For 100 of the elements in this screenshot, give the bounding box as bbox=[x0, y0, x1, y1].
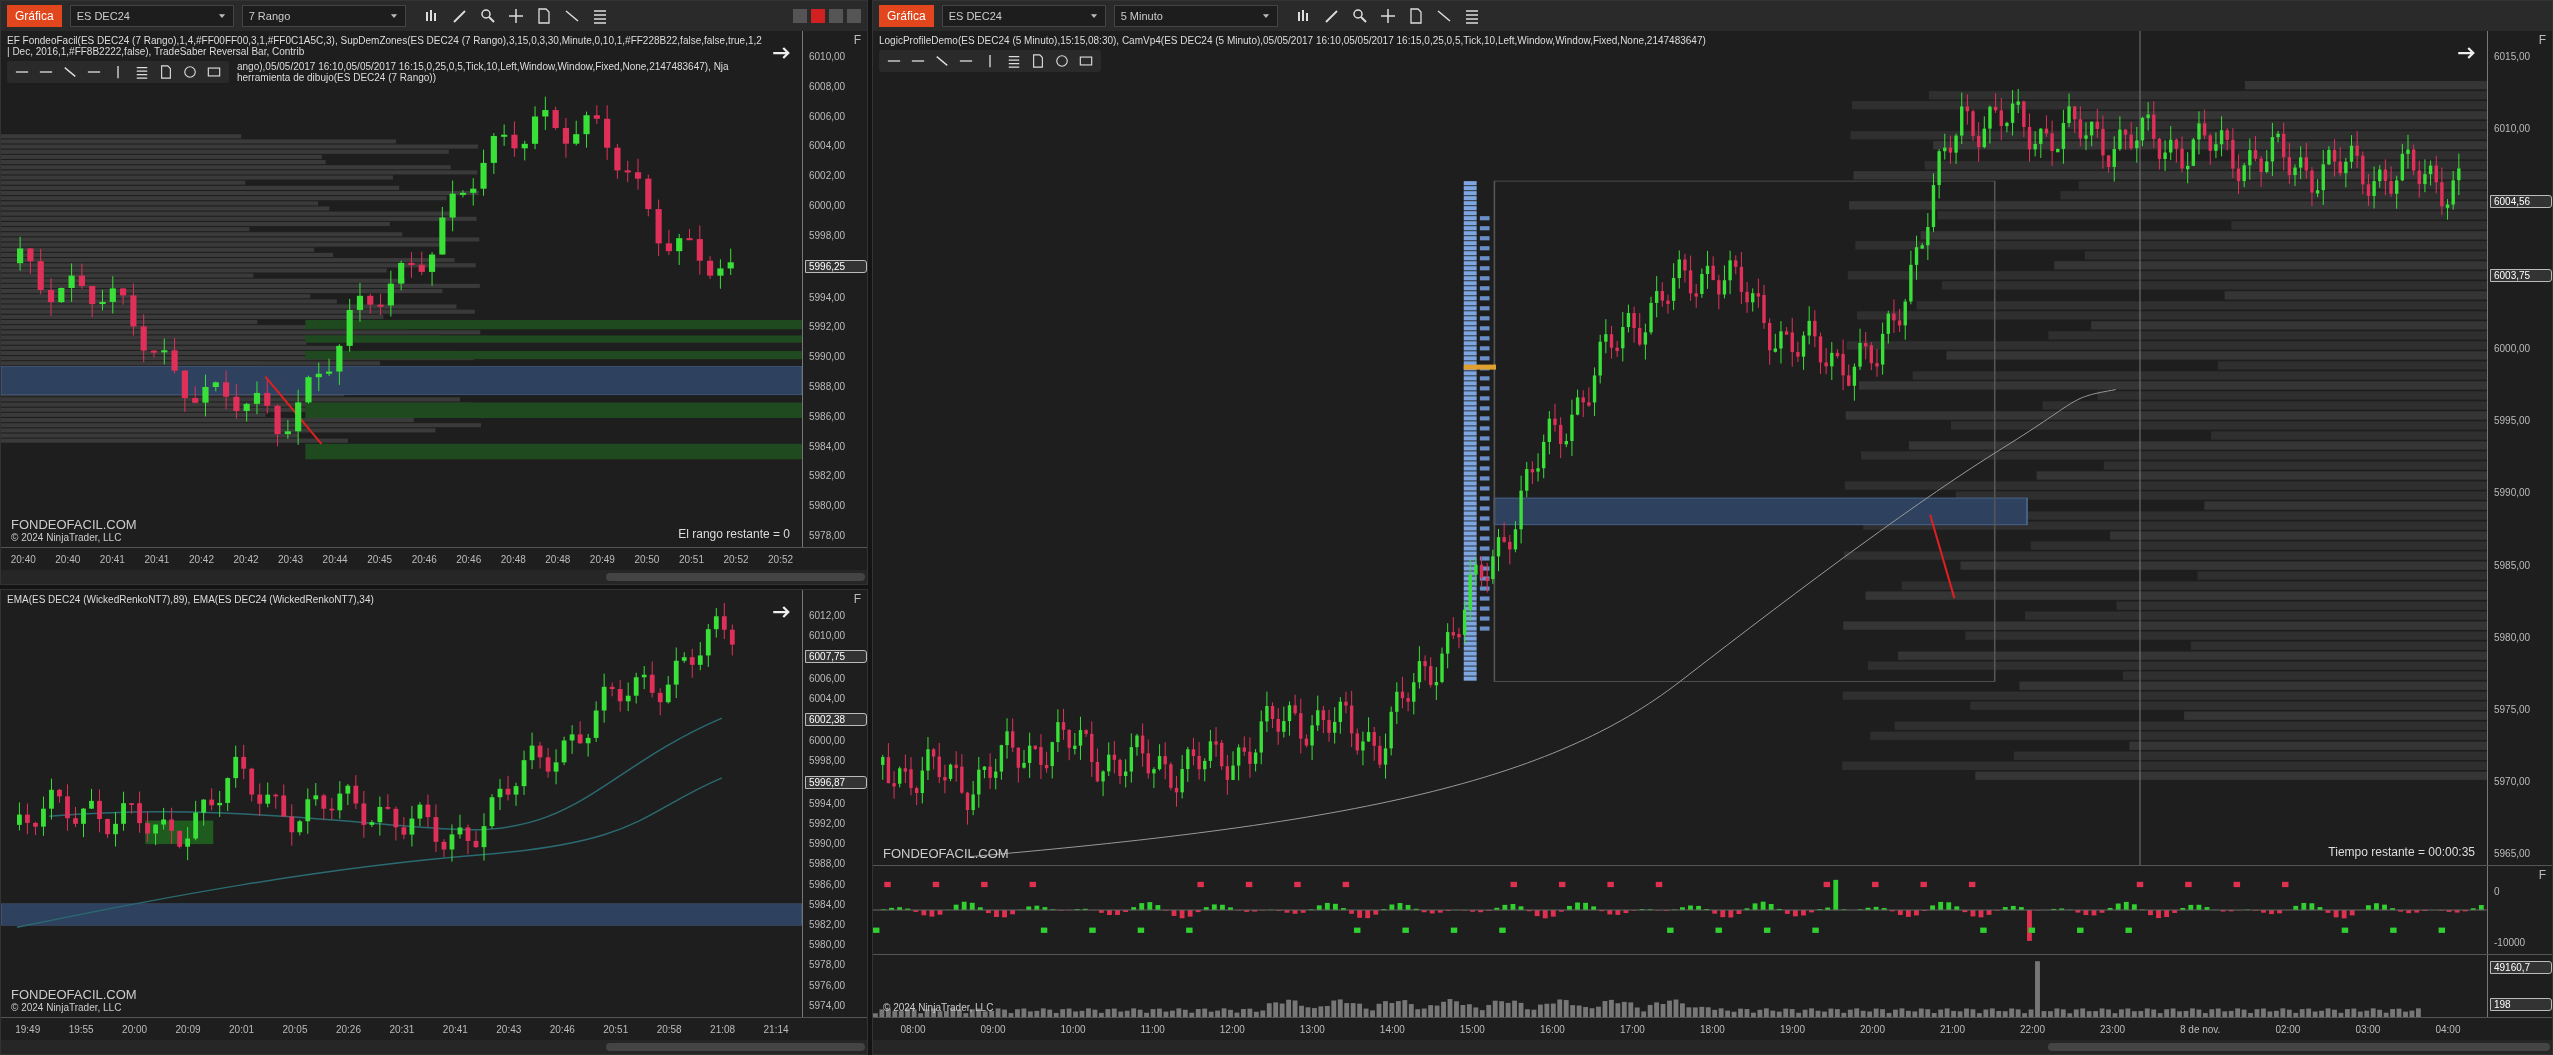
axis-label: 5986,00 bbox=[808, 410, 847, 422]
status-text: Tiempo restante = 00:00:35 bbox=[2328, 845, 2475, 859]
axis-label: 5982,00 bbox=[808, 470, 847, 482]
copyright-text: © 2024 NinjaTrader, LLC bbox=[883, 1002, 994, 1013]
axis-label: -10000 bbox=[2493, 937, 2527, 948]
period-dropdown[interactable]: 5 Minuto bbox=[1113, 5, 1278, 27]
menu-button[interactable]: Gráfica bbox=[7, 5, 62, 27]
time-label: 09:00 bbox=[980, 1023, 1006, 1035]
axis-label: 6004,00 bbox=[808, 140, 847, 152]
axis-label: 6010,00 bbox=[808, 51, 847, 62]
text-icon[interactable] bbox=[159, 65, 173, 79]
axis-label: 5986,00 bbox=[808, 878, 847, 890]
indicator-label: EF FondeoFacil(ES DEC24 (7 Rango),1,4,#FF00FF00,3,1,#FF0C1A5C,3), SupDemZones(ES DEC24 (7 Rango),3,15,0,3,30,Minute,0,10,1,#FF228B22,false,false,true,1,2 | Dec, 2016,1,#FF8B2222,false), TradeSaber Reversal Bar, Contrib bbox=[7, 35, 762, 57]
time-label: 20:51 bbox=[603, 1023, 629, 1035]
line-tool-icon[interactable] bbox=[1435, 8, 1452, 24]
axis-label: 6012,00 bbox=[808, 610, 847, 621]
time-label: 04:00 bbox=[2435, 1023, 2461, 1035]
time-label: 21:00 bbox=[1939, 1023, 1965, 1035]
panel-label: F bbox=[2538, 33, 2547, 47]
line-tool-icon[interactable] bbox=[563, 8, 580, 24]
axis-label: 5980,00 bbox=[808, 500, 847, 512]
axis-label: 5994,00 bbox=[808, 797, 847, 809]
period-dropdown[interactable]: 7 Rango bbox=[241, 5, 406, 27]
watermark-text: FONDEOFACIL.COM bbox=[11, 987, 137, 1002]
axis-label: 6000,00 bbox=[808, 735, 847, 747]
indicator-label: ango),05/05/2017 16:10,05/05/2017 16:15,0,25,0,5,Tick,10,Left,Window,Window,Fixed,None,2147483647), Nja herramienta de dibujo(ES DEC24 (7 Rango)) bbox=[237, 61, 730, 83]
time-label: 20:41 bbox=[144, 553, 170, 565]
crosshair-icon[interactable] bbox=[507, 8, 524, 24]
axis-label: 5992,00 bbox=[808, 321, 847, 333]
zoom-icon[interactable] bbox=[479, 8, 496, 24]
list-icon[interactable] bbox=[1463, 8, 1480, 24]
axis-label: 5974,00 bbox=[808, 999, 847, 1011]
instrument-dropdown[interactable]: ES DEC24 bbox=[941, 5, 1106, 27]
time-label: 20:09 bbox=[175, 1023, 201, 1035]
axis-label: 6004,00 bbox=[808, 692, 847, 704]
price-marker: 6007,75 bbox=[805, 650, 867, 664]
price-marker: 6003,75 bbox=[2490, 269, 2552, 283]
time-label: 21:08 bbox=[710, 1023, 736, 1035]
time-label: 20:26 bbox=[335, 1023, 361, 1035]
document-icon[interactable] bbox=[1407, 8, 1424, 24]
time-label: 10:00 bbox=[1060, 1023, 1086, 1035]
scrollbar[interactable] bbox=[873, 1040, 2552, 1054]
time-label: 20:49 bbox=[589, 553, 615, 565]
axis-label: 5984,00 bbox=[808, 898, 847, 910]
rectangle-icon[interactable] bbox=[1079, 54, 1093, 68]
time-label: 20:50 bbox=[634, 553, 660, 565]
status-text: El rango restante = 0 bbox=[678, 527, 790, 541]
trend-line-icon[interactable] bbox=[935, 54, 949, 68]
axis-label: 5990,00 bbox=[808, 351, 847, 363]
price-marker: 5996,87 bbox=[805, 775, 867, 789]
document-icon[interactable] bbox=[535, 8, 552, 24]
time-label: 20:48 bbox=[500, 553, 526, 565]
time-label: 20:46 bbox=[549, 1023, 575, 1035]
axis-label: 5970,00 bbox=[2493, 775, 2532, 787]
axis-label: 5992,00 bbox=[808, 818, 847, 830]
axis-label: 5985,00 bbox=[2493, 559, 2532, 571]
time-label: 02:00 bbox=[2275, 1023, 2301, 1035]
price-marker: 198 bbox=[2490, 998, 2552, 1011]
time-label: 19:00 bbox=[1779, 1023, 1805, 1035]
time-label: 20:43 bbox=[278, 553, 304, 565]
time-label: 20:42 bbox=[233, 553, 259, 565]
time-label: 21:14 bbox=[763, 1023, 789, 1035]
ellipse-icon[interactable] bbox=[1055, 54, 1069, 68]
time-label: 20:31 bbox=[389, 1023, 415, 1035]
time-label: 20:45 bbox=[367, 553, 393, 565]
menu-button[interactable]: Gráfica bbox=[879, 5, 934, 27]
scrollbar[interactable] bbox=[1, 570, 867, 584]
axis-label: 5990,00 bbox=[808, 838, 847, 850]
list-icon[interactable] bbox=[591, 8, 608, 24]
crosshair-icon[interactable] bbox=[1379, 8, 1396, 24]
time-label: 20:58 bbox=[656, 1023, 682, 1035]
instrument-dropdown[interactable]: ES DEC24 bbox=[69, 5, 234, 27]
trend-line-icon[interactable] bbox=[63, 65, 77, 79]
rectangle-icon[interactable] bbox=[207, 65, 221, 79]
price-marker: 49160,7 bbox=[2490, 961, 2552, 974]
time-label: 13:00 bbox=[1299, 1023, 1325, 1035]
time-label: 20:44 bbox=[322, 553, 348, 565]
axis-label: 6010,00 bbox=[808, 630, 847, 642]
scrollbar[interactable] bbox=[1, 1040, 867, 1054]
ellipse-icon[interactable] bbox=[183, 65, 197, 79]
time-label: 15:00 bbox=[1459, 1023, 1485, 1035]
time-label: 20:48 bbox=[545, 553, 571, 565]
axis-label: 5978,00 bbox=[808, 530, 847, 541]
time-label: 20:40 bbox=[55, 553, 81, 565]
time-label: 20:41 bbox=[442, 1023, 468, 1035]
zoom-icon[interactable] bbox=[1351, 8, 1368, 24]
text-icon[interactable] bbox=[1031, 54, 1045, 68]
time-label: 08:00 bbox=[900, 1023, 926, 1035]
price-marker: 6004,56 bbox=[2490, 195, 2552, 209]
axis-label: 5998,00 bbox=[808, 755, 847, 767]
axis-label: 6006,00 bbox=[808, 672, 847, 684]
pencil-icon[interactable] bbox=[451, 8, 468, 24]
price-marker: 6002,38 bbox=[805, 713, 867, 726]
time-label: 03:00 bbox=[2355, 1023, 2381, 1035]
fibonacci-icon[interactable] bbox=[1007, 54, 1021, 68]
panel-label: F bbox=[2538, 868, 2547, 882]
time-label: 20:46 bbox=[456, 553, 482, 565]
fibonacci-icon[interactable] bbox=[135, 65, 149, 79]
pencil-icon[interactable] bbox=[1323, 8, 1340, 24]
time-label: 20:52 bbox=[723, 553, 749, 565]
